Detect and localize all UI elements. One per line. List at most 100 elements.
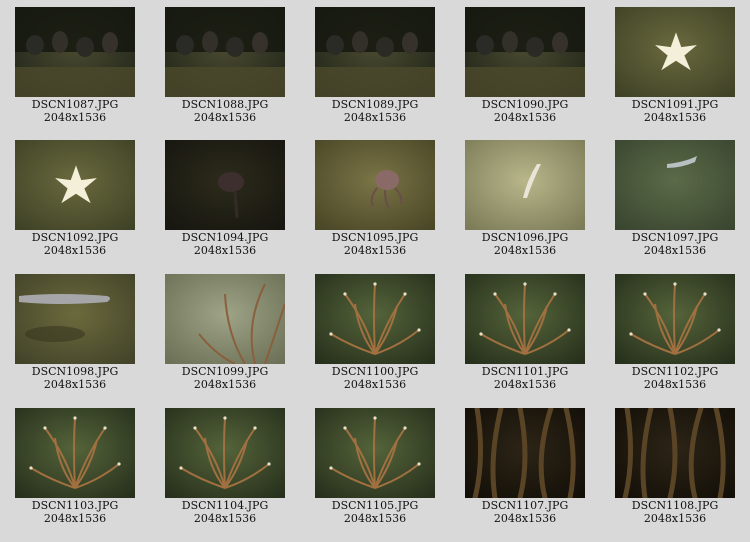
thumbnail-image[interactable] [15,274,135,364]
thumbnail-image[interactable] [615,408,735,498]
thumbnail-filename[interactable]: DSCN1097.JPG [615,231,735,244]
thumbnail-image[interactable] [465,140,585,230]
thumbnail-caption: DSCN1095.JPG 2048x1536 [315,231,435,257]
thumbnail-image[interactable] [615,7,735,97]
thumbnail-image[interactable] [315,140,435,230]
thumbnail-filename[interactable]: DSCN1098.JPG [15,365,135,378]
thumbnail-dimensions: 2048x1536 [43,512,107,525]
thumbnail-filename[interactable]: DSCN1095.JPG [315,231,435,244]
thumbnail-dimensions: 2048x1536 [493,378,557,391]
thumbnail-image[interactable] [315,7,435,97]
thumbnail-filename[interactable]: DSCN1101.JPG [465,365,585,378]
thumbnail-filename[interactable]: DSCN1099.JPG [165,365,285,378]
thumbnail-item[interactable]: DSCN1108.JPG 2048x1536 [615,408,735,525]
thumbnail-dimensions: 2048x1536 [193,244,257,257]
thumbnail-item[interactable]: DSCN1100.JPG 2048x1536 [315,274,435,391]
thumbnail-item[interactable]: DSCN1105.JPG 2048x1536 [315,408,435,525]
thumbnail-dimensions: 2048x1536 [343,378,407,391]
thumbnail-image[interactable] [165,7,285,97]
thumbnail-dimensions: 2048x1536 [343,111,407,124]
thumbnail-dimensions: 2048x1536 [643,378,707,391]
thumbnail-caption: DSCN1094.JPG 2048x1536 [165,231,285,257]
thumbnail-caption: DSCN1091.JPG 2048x1536 [615,98,735,124]
thumbnail-caption: DSCN1100.JPG 2048x1536 [315,365,435,391]
thumbnail-caption: DSCN1101.JPG 2048x1536 [465,365,585,391]
thumbnail-dimensions: 2048x1536 [493,244,557,257]
thumbnail-filename[interactable]: DSCN1094.JPG [165,231,285,244]
thumbnail-item[interactable]: DSCN1103.JPG 2048x1536 [15,408,135,525]
thumbnail-caption: DSCN1104.JPG 2048x1536 [165,499,285,525]
thumbnail-item[interactable]: DSCN1097.JPG 2048x1536 [615,140,735,257]
thumbnail-item[interactable]: DSCN1091.JPG 2048x1536 [615,7,735,124]
thumbnail-filename[interactable]: DSCN1103.JPG [15,499,135,512]
thumbnail-item[interactable]: DSCN1092.JPG 2048x1536 [15,140,135,257]
thumbnail-filename[interactable]: DSCN1089.JPG [315,98,435,111]
thumbnail-item[interactable]: DSCN1089.JPG 2048x1536 [315,7,435,124]
thumbnail-item[interactable]: DSCN1096.JPG 2048x1536 [465,140,585,257]
thumbnail-image[interactable] [165,140,285,230]
thumbnail-dimensions: 2048x1536 [43,111,107,124]
thumbnail-dimensions: 2048x1536 [43,244,107,257]
thumbnail-filename[interactable]: DSCN1092.JPG [15,231,135,244]
thumbnail-filename[interactable]: DSCN1091.JPG [615,98,735,111]
thumbnail-image[interactable] [15,408,135,498]
thumbnail-item[interactable]: DSCN1095.JPG 2048x1536 [315,140,435,257]
thumbnail-filename[interactable]: DSCN1104.JPG [165,499,285,512]
thumbnail-filename[interactable]: DSCN1096.JPG [465,231,585,244]
thumbnail-gallery: DSCN1087.JPG 2048x1536 DSCN1088.JPG 2048x1… [0,0,750,542]
thumbnail-filename[interactable]: DSCN1107.JPG [465,499,585,512]
thumbnail-image[interactable] [165,408,285,498]
thumbnail-image[interactable] [15,7,135,97]
thumbnail-dimensions: 2048x1536 [193,378,257,391]
thumbnail-image[interactable] [465,274,585,364]
thumbnail-filename[interactable]: DSCN1102.JPG [615,365,735,378]
thumbnail-item[interactable]: DSCN1104.JPG 2048x1536 [165,408,285,525]
thumbnail-item[interactable]: DSCN1099.JPG 2048x1536 [165,274,285,391]
thumbnail-caption: DSCN1092.JPG 2048x1536 [15,231,135,257]
thumbnail-filename[interactable]: DSCN1108.JPG [615,499,735,512]
thumbnail-caption: DSCN1087.JPG 2048x1536 [15,98,135,124]
thumbnail-caption: DSCN1103.JPG 2048x1536 [15,499,135,525]
thumbnail-caption: DSCN1096.JPG 2048x1536 [465,231,585,257]
thumbnail-dimensions: 2048x1536 [643,512,707,525]
thumbnail-image[interactable] [315,408,435,498]
thumbnail-dimensions: 2048x1536 [493,111,557,124]
thumbnail-caption: DSCN1108.JPG 2048x1536 [615,499,735,525]
thumbnail-image[interactable] [465,7,585,97]
thumbnail-item[interactable]: DSCN1088.JPG 2048x1536 [165,7,285,124]
thumbnail-item[interactable]: DSCN1090.JPG 2048x1536 [465,7,585,124]
thumbnail-item[interactable]: DSCN1107.JPG 2048x1536 [465,408,585,525]
thumbnail-caption: DSCN1105.JPG 2048x1536 [315,499,435,525]
thumbnail-caption: DSCN1090.JPG 2048x1536 [465,98,585,124]
thumbnail-dimensions: 2048x1536 [493,512,557,525]
thumbnail-caption: DSCN1089.JPG 2048x1536 [315,98,435,124]
thumbnail-filename[interactable]: DSCN1088.JPG [165,98,285,111]
thumbnail-item[interactable]: DSCN1098.JPG 2048x1536 [15,274,135,391]
thumbnail-dimensions: 2048x1536 [643,244,707,257]
thumbnail-item[interactable]: DSCN1101.JPG 2048x1536 [465,274,585,391]
thumbnail-item[interactable]: DSCN1094.JPG 2048x1536 [165,140,285,257]
thumbnail-filename[interactable]: DSCN1105.JPG [315,499,435,512]
thumbnail-dimensions: 2048x1536 [43,378,107,391]
thumbnail-item[interactable]: DSCN1102.JPG 2048x1536 [615,274,735,391]
thumbnail-item[interactable]: DSCN1087.JPG 2048x1536 [15,7,135,124]
thumbnail-dimensions: 2048x1536 [343,512,407,525]
thumbnail-dimensions: 2048x1536 [343,244,407,257]
thumbnail-dimensions: 2048x1536 [193,111,257,124]
thumbnail-image[interactable] [15,140,135,230]
thumbnail-filename[interactable]: DSCN1100.JPG [315,365,435,378]
thumbnail-caption: DSCN1097.JPG 2048x1536 [615,231,735,257]
thumbnail-image[interactable] [165,274,285,364]
thumbnail-image[interactable] [315,274,435,364]
thumbnail-caption: DSCN1102.JPG 2048x1536 [615,365,735,391]
thumbnail-image[interactable] [615,274,735,364]
thumbnail-dimensions: 2048x1536 [193,512,257,525]
thumbnail-caption: DSCN1088.JPG 2048x1536 [165,98,285,124]
thumbnail-image[interactable] [465,408,585,498]
thumbnail-caption: DSCN1098.JPG 2048x1536 [15,365,135,391]
thumbnail-filename[interactable]: DSCN1087.JPG [15,98,135,111]
thumbnail-dimensions: 2048x1536 [643,111,707,124]
thumbnail-image[interactable] [615,140,735,230]
thumbnail-filename[interactable]: DSCN1090.JPG [465,98,585,111]
thumbnail-caption: DSCN1107.JPG 2048x1536 [465,499,585,525]
